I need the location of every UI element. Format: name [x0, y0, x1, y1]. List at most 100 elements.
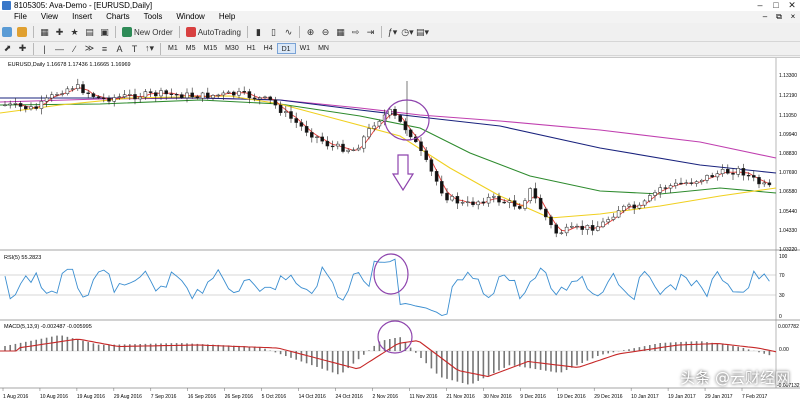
menu-window[interactable]: Window — [169, 11, 211, 23]
toolbar-separator — [380, 26, 382, 38]
bull-candle — [315, 136, 319, 138]
candlestick-icon[interactable]: ▯ — [267, 26, 280, 39]
bear-candle — [206, 92, 210, 99]
bull-candle — [112, 97, 116, 102]
cursor-icon[interactable]: ⬈ — [1, 42, 14, 55]
arrows-icon[interactable]: ↑▾ — [143, 42, 156, 55]
mdi-minimize-icon[interactable]: – — [758, 12, 772, 22]
menu-charts[interactable]: Charts — [99, 11, 137, 23]
date-label: 29 Jan 2017 — [705, 394, 733, 400]
strategy-tester-icon[interactable]: ▣ — [98, 26, 111, 39]
text-tool-icon[interactable]: A — [113, 42, 126, 55]
fibonacci-icon[interactable]: ≡ — [98, 42, 111, 55]
chart-shift-icon[interactable]: ⇥ — [364, 26, 377, 39]
bear-candle — [18, 103, 23, 107]
date-label: 26 Sep 2016 — [225, 394, 254, 400]
bull-candle — [216, 94, 220, 97]
indicators-icon[interactable]: ƒ▾ — [386, 26, 399, 39]
mdi-close-icon[interactable]: × — [786, 12, 800, 22]
timeframe-m1[interactable]: M1 — [164, 43, 182, 54]
bull-candle — [362, 136, 366, 149]
crosshair-icon[interactable]: ✚ — [16, 42, 29, 55]
bear-candle — [299, 122, 304, 127]
new-chart-icon[interactable] — [1, 26, 14, 39]
bull-candle — [528, 188, 532, 201]
timeframe-d1[interactable]: D1 — [276, 43, 296, 54]
date-label: 16 Sep 2016 — [188, 394, 217, 400]
auto-scroll-icon[interactable]: ⇨ — [349, 26, 362, 39]
price-label: 1.08830 — [779, 151, 797, 157]
timeframe-m5[interactable]: M5 — [182, 43, 200, 54]
menu-help[interactable]: Help — [212, 11, 242, 23]
tile-windows-icon[interactable]: ▦ — [334, 26, 347, 39]
bull-candle — [351, 149, 356, 151]
drawing-toolbar: ⬈ ✚ | — ∕ ≫ ≡ A T ↑▾ M1 M5 M15 M30 H1 H4… — [0, 42, 800, 56]
templates-icon[interactable]: ▤▾ — [416, 26, 429, 39]
timeframe-m15[interactable]: M15 — [199, 43, 221, 54]
bull-candle — [377, 121, 382, 127]
chart-canvas[interactable]: EURUSD,Daily 1.16678 1.17436 1.16665 1.1… — [0, 58, 800, 400]
bear-candle — [752, 175, 756, 178]
bear-candle — [403, 121, 408, 131]
toolbar-separator — [33, 26, 34, 38]
bull-candle — [616, 210, 621, 218]
bear-candle — [445, 192, 449, 201]
trendline-icon[interactable]: ∕ — [68, 42, 81, 55]
navigator-icon[interactable]: ★ — [68, 26, 81, 39]
bear-candle — [325, 140, 330, 147]
label-tool-icon[interactable]: T — [128, 42, 141, 55]
channel-icon[interactable]: ≫ — [83, 42, 96, 55]
bear-candle — [174, 94, 179, 96]
bear-candle — [679, 182, 683, 185]
close-icon[interactable]: ✕ — [784, 0, 800, 11]
mdi-restore-icon[interactable]: ⧉ — [772, 12, 786, 22]
bull-candle — [128, 94, 132, 96]
chart-window[interactable]: EURUSD,Daily 1.16678 1.17436 1.16665 1.1… — [0, 57, 800, 400]
main-price-panel[interactable] — [0, 58, 776, 248]
mdi-controls: – ⧉ × — [758, 12, 800, 22]
bear-candle — [632, 204, 636, 209]
toolbar-separator — [298, 26, 300, 38]
bull-candle — [507, 200, 512, 203]
bear-candle — [133, 94, 137, 100]
timeframe-h4[interactable]: H4 — [260, 43, 277, 54]
timeframe-m30[interactable]: M30 — [221, 43, 243, 54]
bull-candle — [694, 181, 699, 184]
bar-chart-icon[interactable]: ▮ — [252, 26, 265, 39]
bear-candle — [278, 104, 283, 113]
date-label: 19 Aug 2016 — [77, 394, 105, 400]
timeframe-h1[interactable]: H1 — [243, 43, 260, 54]
periods-icon[interactable]: ◷▾ — [401, 26, 414, 39]
minimize-icon[interactable]: – — [752, 0, 768, 11]
profiles-icon[interactable] — [16, 26, 29, 39]
timeframe-mn[interactable]: MN — [314, 43, 333, 54]
timeframe-w1[interactable]: W1 — [296, 43, 315, 54]
bull-candle — [653, 192, 657, 196]
bull-candle — [684, 182, 688, 184]
zoom-out-icon[interactable]: ⊖ — [319, 26, 332, 39]
bull-candle — [13, 103, 18, 105]
data-window-icon[interactable]: ✚ — [53, 26, 66, 39]
bear-candle — [408, 129, 413, 138]
bear-candle — [429, 159, 434, 172]
menu-insert[interactable]: Insert — [65, 11, 99, 23]
macd-label: 0.007782 — [778, 324, 799, 330]
new-order-button[interactable]: New Order — [120, 26, 175, 39]
bear-candle — [533, 188, 538, 199]
terminal-icon[interactable]: ▤ — [83, 26, 96, 39]
menu-view[interactable]: View — [34, 11, 65, 23]
rsi-indicator — [4, 258, 770, 316]
bull-candle — [117, 96, 122, 98]
line-chart-icon[interactable]: ∿ — [282, 26, 295, 39]
bear-candle — [398, 115, 402, 122]
zoom-in-icon[interactable]: ⊕ — [304, 26, 317, 39]
maximize-icon[interactable]: □ — [768, 0, 784, 11]
price-label: 1.05440 — [779, 209, 797, 215]
horizontal-line-icon[interactable]: — — [53, 42, 66, 55]
bull-candle — [263, 96, 267, 98]
vertical-line-icon[interactable]: | — [38, 42, 51, 55]
market-watch-icon[interactable]: ▦ — [38, 26, 51, 39]
menu-tools[interactable]: Tools — [137, 11, 170, 23]
menu-file[interactable]: File — [0, 11, 34, 23]
autotrading-button[interactable]: AutoTrading — [184, 26, 243, 39]
